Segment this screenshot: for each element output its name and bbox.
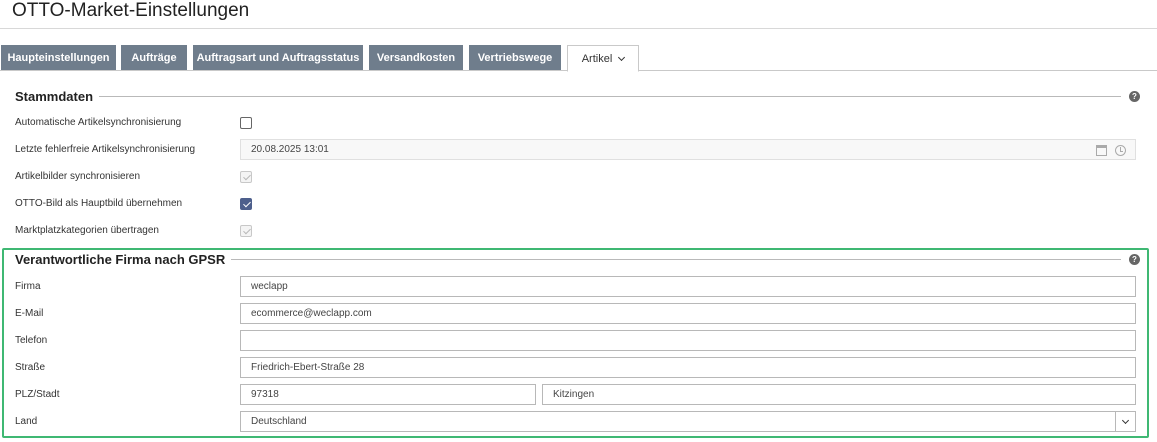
email-input[interactable]: ecommerce@weclapp.com: [240, 303, 1136, 324]
telefon-input[interactable]: [240, 330, 1136, 351]
help-icon[interactable]: ?: [1129, 91, 1140, 102]
tab-artikel[interactable]: Artikel: [567, 45, 639, 72]
telefon-label: Telefon: [15, 335, 48, 346]
email-value: ecommerce@weclapp.com: [251, 308, 372, 319]
tab-haupteinstellungen[interactable]: Haupteinstellungen: [1, 45, 116, 70]
chevron-down-icon: [1121, 416, 1130, 424]
land-select[interactable]: Deutschland: [240, 411, 1136, 432]
stadt-input[interactable]: Kitzingen: [542, 384, 1136, 405]
land-value: Deutschland: [251, 416, 307, 427]
tab-artikel-label: Artikel: [581, 52, 613, 65]
plz-input[interactable]: 97318: [240, 384, 536, 405]
strasse-input[interactable]: Friedrich-Ebert-Straße 28: [240, 357, 1136, 378]
tab-vertriebswege[interactable]: Vertriebswege: [469, 45, 561, 70]
auto-sync-checkbox[interactable]: [240, 117, 252, 129]
chevron-down-icon: [618, 53, 626, 61]
land-label: Land: [15, 416, 38, 427]
page-title: OTTO-Market-Einstellungen: [12, 0, 250, 21]
last-sync-field: 20.08.2025 13:01: [240, 139, 1136, 160]
checkmark-icon: [242, 226, 251, 235]
title-divider: [0, 28, 1157, 29]
calendar-icon: [1096, 145, 1107, 156]
firma-input[interactable]: weclapp: [240, 276, 1136, 297]
strasse-value: Friedrich-Ebert-Straße 28: [251, 362, 365, 373]
stammdaten-rule: [15, 96, 1121, 97]
tab-versandkosten[interactable]: Versandkosten: [369, 45, 463, 70]
clock-icon: [1115, 145, 1126, 156]
otto-image-checkbox[interactable]: [240, 198, 252, 210]
stadt-value: Kitzingen: [553, 389, 595, 400]
checkmark-icon: [242, 172, 251, 181]
land-dropdown-button[interactable]: [1115, 412, 1135, 431]
strasse-label: Straße: [15, 362, 46, 373]
last-sync-label: Letzte fehlerfreie Artikelsynchronisieru…: [15, 144, 196, 155]
plz-stadt-label: PLZ/Stadt: [15, 389, 60, 400]
categories-checkbox: [240, 225, 252, 237]
firma-value: weclapp: [251, 281, 288, 292]
tab-auftraege[interactable]: Aufträge: [121, 45, 187, 70]
sync-images-label: Artikelbilder synchronisieren: [15, 171, 141, 182]
auto-sync-label: Automatische Artikelsynchronisierung: [15, 117, 182, 128]
checkmark-icon: [242, 199, 251, 208]
help-icon[interactable]: ?: [1129, 254, 1140, 265]
stammdaten-title: Stammdaten: [15, 90, 100, 104]
email-label: E-Mail: [15, 308, 44, 319]
firma-label: Firma: [15, 281, 41, 292]
sync-images-checkbox: [240, 171, 252, 183]
tab-auftragsart-und-auftragsstatus[interactable]: Auftragsart und Auftragsstatus: [193, 45, 363, 70]
last-sync-value: 20.08.2025 13:01: [251, 144, 329, 155]
gpsr-title: Verantwortliche Firma nach GPSR: [15, 253, 232, 267]
categories-label: Marktplatzkategorien übertragen: [15, 225, 159, 236]
plz-value: 97318: [251, 389, 279, 400]
otto-image-label: OTTO-Bild als Hauptbild übernehmen: [15, 198, 183, 209]
